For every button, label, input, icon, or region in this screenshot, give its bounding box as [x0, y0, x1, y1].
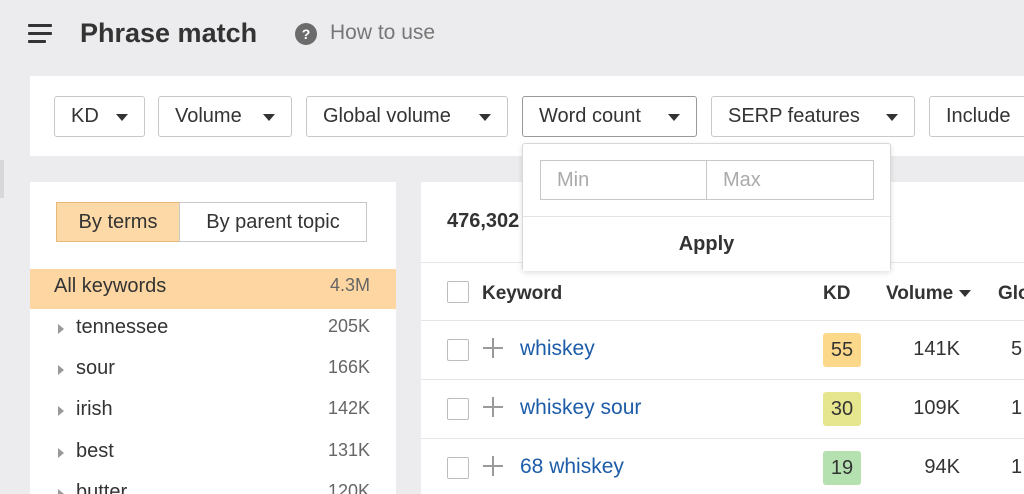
volume-value: 141K — [913, 338, 960, 360]
term-count: 142K — [327, 398, 370, 418]
term-count: 120K — [327, 481, 370, 494]
term-label: irish — [76, 398, 113, 420]
word-count-dropdown: Apply — [522, 143, 891, 271]
tab-by-terms[interactable]: By terms — [56, 202, 180, 242]
chevron-down-icon — [886, 114, 898, 121]
terms-sidebar: By terms By parent topic All keywords 4.… — [30, 182, 396, 494]
global-volume-value: 1 — [1011, 456, 1023, 478]
hamburger-menu-icon[interactable] — [28, 24, 52, 44]
include-filter-button[interactable]: Include — [929, 96, 1024, 137]
term-label: butter — [76, 481, 128, 494]
serp-features-filter-button[interactable]: SERP features — [711, 96, 915, 137]
column-volume[interactable]: Volume — [886, 283, 972, 305]
column-kd[interactable]: KD — [823, 283, 850, 305]
term-count: 205K — [327, 316, 370, 336]
volume-filter-label: Volume — [175, 105, 242, 127]
sidebar-item-butter[interactable]: butter 120K — [30, 475, 396, 494]
word-count-min-input[interactable] — [540, 160, 707, 200]
tab-by-parent-topic[interactable]: By parent topic — [179, 202, 367, 242]
column-volume-label: Volume — [886, 283, 954, 304]
global-volume-value: 5 — [1011, 338, 1023, 360]
kd-badge: 30 — [823, 392, 861, 426]
serp-features-filter-label: SERP features — [728, 105, 860, 127]
sidebar-collapse-handle[interactable] — [0, 160, 4, 198]
keyword-link[interactable]: whiskey — [520, 337, 595, 361]
word-count-filter-button[interactable]: Word count — [522, 96, 697, 137]
chevron-down-icon — [479, 114, 491, 121]
add-to-list-plus-icon[interactable] — [483, 338, 503, 358]
volume-filter-button[interactable]: Volume — [158, 96, 292, 137]
kd-badge: 55 — [823, 333, 861, 367]
all-keywords-count: 4.3M — [329, 275, 370, 295]
expand-triangle-icon — [58, 365, 64, 375]
word-count-filter-label: Word count — [539, 105, 641, 127]
word-count-max-input[interactable] — [706, 160, 874, 200]
apply-button[interactable]: Apply — [523, 217, 890, 271]
sidebar-item-tennessee[interactable]: tennessee 205K — [30, 310, 396, 350]
expand-triangle-icon — [58, 448, 64, 458]
chevron-down-icon — [668, 114, 680, 121]
table-row: whiskey sour 30 109K 1 — [421, 380, 1024, 439]
global-volume-value: 1 — [1011, 397, 1023, 419]
expand-triangle-icon — [58, 489, 64, 494]
page-title: Phrase match — [80, 18, 258, 48]
keyword-link[interactable]: 68 whiskey — [520, 455, 624, 479]
term-label: best — [76, 440, 114, 462]
question-icon[interactable]: ? — [295, 23, 317, 45]
kd-filter-button[interactable]: KD — [54, 96, 145, 137]
row-checkbox[interactable] — [447, 457, 469, 479]
global-volume-filter-label: Global volume — [323, 105, 451, 127]
expand-triangle-icon — [58, 324, 64, 334]
select-all-checkbox[interactable] — [447, 281, 469, 303]
sort-desc-icon — [959, 290, 972, 298]
sidebar-item-best[interactable]: best 131K — [30, 434, 396, 474]
add-to-list-plus-icon[interactable] — [483, 397, 503, 417]
all-keywords-item[interactable]: All keywords 4.3M — [30, 269, 396, 309]
expand-triangle-icon — [58, 406, 64, 416]
row-checkbox[interactable] — [447, 339, 469, 361]
all-keywords-label: All keywords — [54, 275, 167, 297]
add-to-list-plus-icon[interactable] — [483, 456, 503, 476]
kd-filter-label: KD — [71, 105, 99, 127]
kd-badge: 19 — [823, 451, 861, 485]
results-total: 476,302 — [447, 210, 520, 232]
term-count: 166K — [327, 357, 370, 377]
sidebar-item-irish[interactable]: irish 142K — [30, 392, 396, 432]
header: Phrase match ? How to use — [0, 0, 1024, 76]
volume-value: 109K — [913, 397, 960, 419]
sidebar-item-sour[interactable]: sour 166K — [30, 351, 396, 391]
include-filter-label: Include — [946, 105, 1011, 127]
chevron-down-icon — [116, 114, 128, 121]
column-keyword[interactable]: Keyword — [482, 283, 562, 305]
column-global-volume[interactable]: Glo — [998, 283, 1024, 305]
term-label: tennessee — [76, 316, 169, 338]
how-to-use-link[interactable]: How to use — [330, 21, 435, 45]
chevron-down-icon — [263, 114, 275, 121]
term-count: 131K — [327, 440, 370, 460]
term-label: sour — [76, 357, 115, 379]
table-row: 68 whiskey 19 94K 1 — [421, 439, 1024, 494]
row-checkbox[interactable] — [447, 398, 469, 420]
keyword-link[interactable]: whiskey sour — [520, 396, 641, 420]
global-volume-filter-button[interactable]: Global volume — [306, 96, 508, 137]
volume-value: 94K — [924, 456, 960, 478]
table-row: whiskey 55 141K 5 — [421, 321, 1024, 380]
